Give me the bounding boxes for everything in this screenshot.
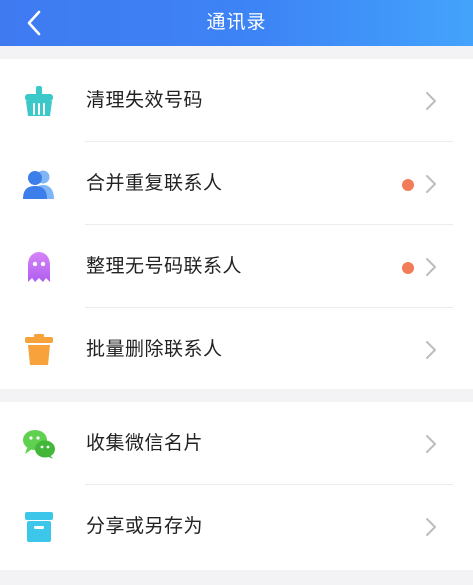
menu-item-collect-wechat-cards[interactable]: 收集微信名片 [0,402,473,485]
menu-item-label: 批量删除联系人 [86,338,223,360]
menu-item-organize-no-number-contacts[interactable]: 整理无号码联系人 [0,225,473,308]
menu-item-label: 清理失效号码 [86,89,204,111]
chevron-right-icon [426,92,436,110]
menu-item-label: 合并重复联系人 [86,172,223,194]
menu-item-clean-invalid-numbers[interactable]: 清理失效号码 [0,59,473,142]
notification-dot [402,262,414,274]
contacts-tools-group: 清理失效号码 合并重复联系人 整理无号码联系人 批量删除联系人 [0,59,473,389]
chevron-right-icon [426,435,436,453]
chevron-right-icon [426,175,436,193]
ghost-icon [28,252,50,282]
wechat-icon [23,430,55,459]
chevron-right-icon [426,518,436,536]
broom-icon [25,86,53,116]
share-tools-group: 收集微信名片 分享或另存为 [0,402,473,570]
archive-box-icon [25,512,53,542]
menu-item-merge-duplicate-contacts[interactable]: 合并重复联系人 [0,142,473,225]
page-title: 通讯录 [206,11,267,33]
menu-item-label: 收集微信名片 [86,432,204,454]
menu-item-label: 整理无号码联系人 [86,255,243,277]
notification-dot [402,179,414,191]
users-icon [23,170,54,199]
nav-bar: 通讯录 [0,0,473,46]
chevron-right-icon [426,341,436,359]
menu-item-batch-delete-contacts[interactable]: 批量删除联系人 [0,308,473,391]
chevron-right-icon [426,258,436,276]
menu-item-share-or-save-as[interactable]: 分享或另存为 [0,485,473,568]
trash-icon [25,334,53,365]
menu-item-label: 分享或另存为 [86,515,204,537]
